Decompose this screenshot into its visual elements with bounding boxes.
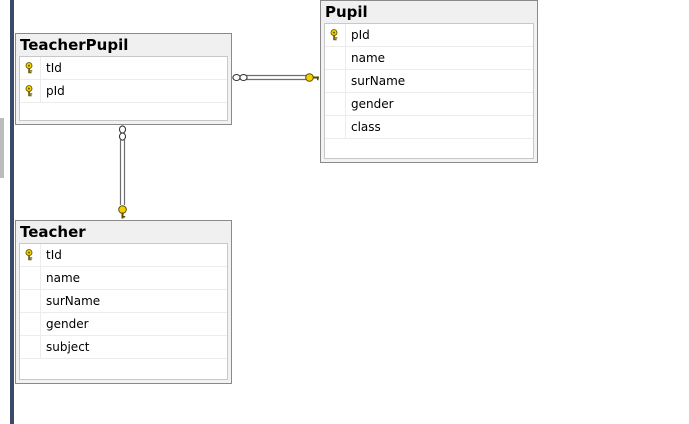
column-name: tId <box>46 248 62 262</box>
key-end-icon <box>305 73 319 82</box>
key-cell <box>20 336 41 358</box>
table-title: Pupil <box>321 1 537 23</box>
column-list: pId name surName gender class <box>324 23 534 159</box>
key-cell <box>325 47 346 69</box>
column-row[interactable]: class <box>325 116 533 139</box>
column-row[interactable]: gender <box>20 313 227 336</box>
column-row[interactable]: surName <box>325 70 533 93</box>
relationship-teacherpupil-pupil[interactable] <box>232 73 319 82</box>
table-teacherpupil[interactable]: TeacherPupil tId pId <box>15 33 232 125</box>
column-row[interactable]: tId <box>20 57 227 80</box>
key-cell <box>20 290 41 312</box>
column-name: pId <box>351 28 370 42</box>
key-cell <box>325 116 346 138</box>
table-title: Teacher <box>16 221 231 243</box>
column-name: class <box>351 120 381 134</box>
relationship-teacherpupil-teacher[interactable] <box>118 125 127 219</box>
column-row[interactable]: tId <box>20 244 227 267</box>
infinity-end-icon <box>232 73 248 82</box>
table-pupil[interactable]: Pupil pId name surName gender class <box>320 0 538 163</box>
key-cell <box>20 244 41 266</box>
table-title: TeacherPupil <box>16 34 231 56</box>
column-row[interactable]: surName <box>20 290 227 313</box>
column-row[interactable]: subject <box>20 336 227 359</box>
column-name: tId <box>46 61 62 75</box>
column-row[interactable]: gender <box>325 93 533 116</box>
key-cell <box>325 70 346 92</box>
column-name: surName <box>351 74 406 88</box>
column-row[interactable]: pId <box>20 80 227 103</box>
column-list: tId name surName gender subject <box>19 243 228 380</box>
infinity-end-icon <box>118 125 127 141</box>
column-list: tId pId <box>19 56 228 121</box>
column-name: surName <box>46 294 101 308</box>
key-cell <box>20 57 41 79</box>
column-row[interactable]: name <box>325 47 533 70</box>
column-name: name <box>46 271 81 285</box>
column-row[interactable]: pId <box>325 24 533 47</box>
key-cell <box>325 93 346 115</box>
column-row[interactable]: name <box>20 267 227 290</box>
key-cell <box>20 313 41 335</box>
column-name: gender <box>46 317 89 331</box>
column-name: pId <box>46 84 65 98</box>
column-name: subject <box>46 340 90 354</box>
column-name: name <box>351 51 386 65</box>
key-cell <box>325 24 346 46</box>
table-teacher[interactable]: Teacher tId name surName gender subject <box>15 220 232 384</box>
column-name: gender <box>351 97 394 111</box>
key-end-icon <box>118 205 127 219</box>
key-cell <box>20 267 41 289</box>
key-cell <box>20 80 41 102</box>
